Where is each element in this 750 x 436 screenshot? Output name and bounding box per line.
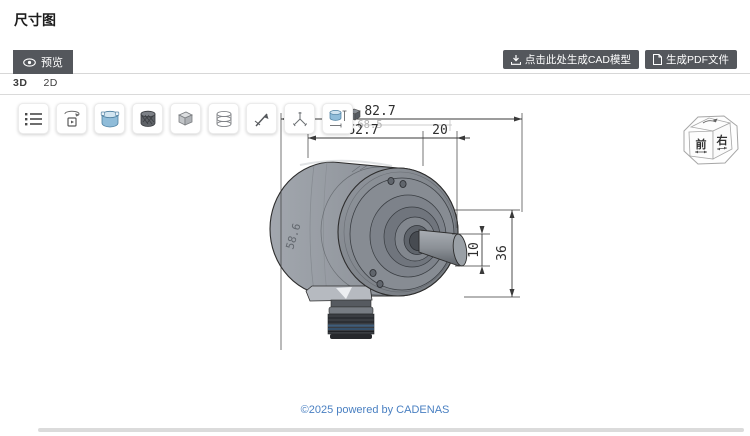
turntable-rotate-icon [62,109,82,129]
dim-shaft-diameter: 10 [467,242,482,258]
eye-icon [23,58,36,67]
dim-flange-length: 20 [432,123,448,138]
topbar-actions: 点击此处生成CAD模型 生成PDF文件 [503,50,737,69]
axes-button[interactable] [284,103,315,134]
wireframe-cylinder-icon [215,110,233,128]
generate-pdf-label: 生成PDF文件 [666,52,729,67]
textured-view-button[interactable] [132,103,163,134]
wireframe-view-button[interactable] [208,103,239,134]
preview-tab-label: 预览 [41,54,63,70]
turntable-rotate-button[interactable] [56,103,87,134]
generate-cad-label: 点击此处生成CAD模型 [525,52,631,67]
dim-total-length: 82.7 [364,104,395,119]
solid-view-button[interactable] [170,103,201,134]
viewcube-right-label[interactable]: 右 [716,133,728,147]
cadenas-credit-link[interactable]: ©2025 powered by CADENAS [301,404,450,416]
list-icon [25,111,43,127]
list-button[interactable] [18,103,49,134]
generate-pdf-button[interactable]: 生成PDF文件 [645,50,737,69]
measure-button[interactable] [246,103,277,134]
footer: ©2025 powered by CADENAS [0,400,750,418]
solid-cube-icon [176,109,195,128]
generate-cad-button[interactable]: 点击此处生成CAD模型 [503,50,639,69]
download-icon [511,55,521,65]
dimension-cylinder-icon [327,108,349,130]
view-cube[interactable]: 前 右 [676,107,744,171]
dimension-viewer-page: 尺寸图 预览 点击此处生成CAD模型 生成PDF文件 3D [0,0,750,436]
dim-mount-height: 36 [495,245,510,261]
encoder-model: 58.6 [270,161,469,339]
viewcube-front-label[interactable]: 前 [696,137,707,151]
page-title: 尺寸图 [14,10,56,30]
axes-icon [291,110,309,128]
measure-icon [253,110,271,128]
tab-preview[interactable]: 预览 [13,50,73,74]
shaded-view-button[interactable] [94,103,125,134]
horizontal-scrollbar[interactable] [38,428,744,432]
view-toolbar [18,103,353,134]
dimensions-view-button[interactable] [322,103,353,134]
pdf-file-icon [653,54,662,65]
textured-sphere-icon [139,110,157,128]
drawing-canvas[interactable]: 58.6 [0,95,750,436]
shaded-cylinder-icon [100,110,120,128]
